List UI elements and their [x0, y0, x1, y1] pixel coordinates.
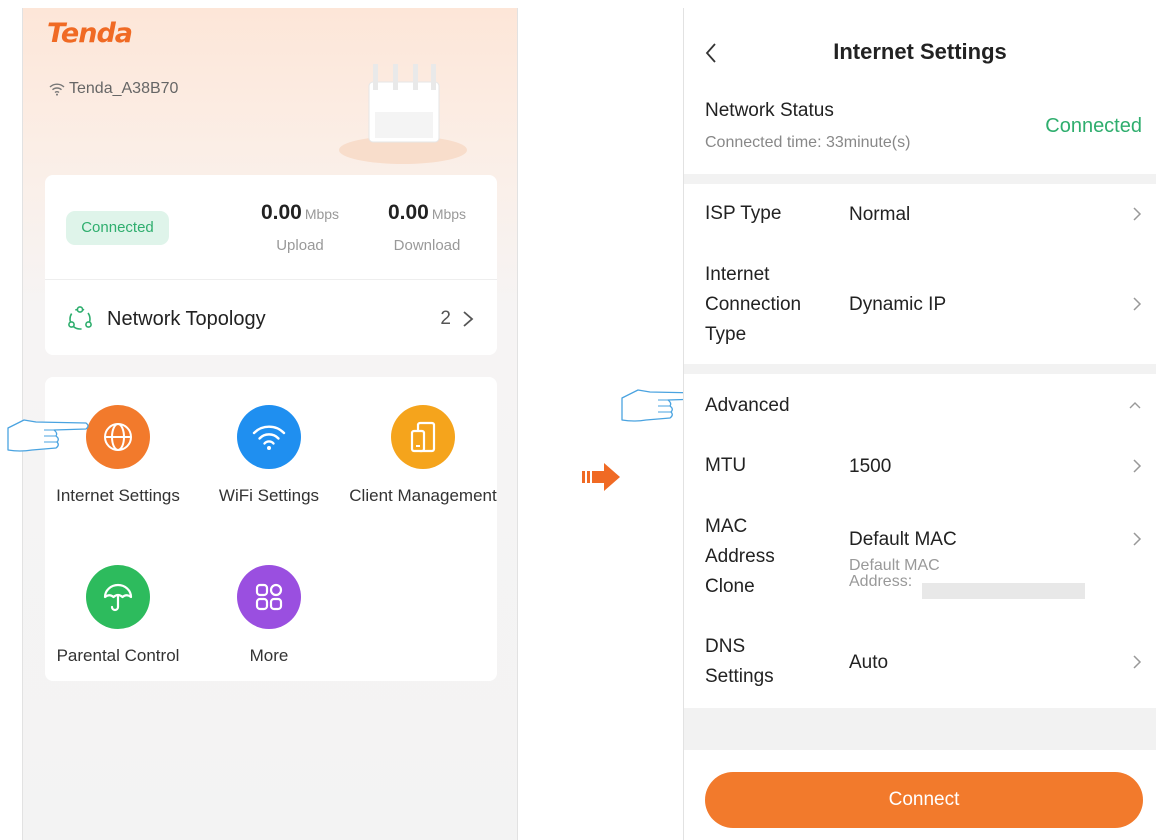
dns-value: Auto	[849, 652, 889, 673]
advanced-section: Advanced MTU 1500 MAC Address Clone Defa…	[684, 374, 1156, 708]
upload-value: 0.00	[260, 201, 302, 224]
app-parental-control[interactable]: Parental Control	[43, 565, 193, 669]
connected-time: Connected time: 33minute(s)	[705, 134, 911, 151]
arrow-right-icon	[582, 463, 620, 491]
dns-label: DNS Settings	[705, 632, 774, 692]
app-label: More	[249, 646, 289, 665]
network-status-label: Network Status	[705, 100, 834, 121]
ssid-indicator: Tenda_A38B70	[49, 80, 178, 98]
advanced-label: Advanced	[705, 395, 790, 416]
label-line: Type	[705, 324, 747, 345]
mtu-label: MTU	[705, 455, 747, 476]
mtu-value: 1500	[849, 456, 892, 477]
app-label: Parental Control	[56, 646, 180, 665]
label-line: Settings	[705, 666, 774, 687]
sub-line: Default MAC	[849, 557, 940, 574]
grid-icon	[237, 565, 301, 629]
ssid-name: Tenda_A38B70	[69, 80, 179, 97]
app-wifi-settings[interactable]: WiFi Settings	[194, 405, 344, 509]
connection-type-label: Internet Connection Type	[705, 260, 801, 350]
status-badge: Connected	[66, 211, 169, 245]
umbrella-icon	[86, 565, 150, 629]
mac-clone-value: Default MAC	[849, 529, 957, 550]
network-topology-row[interactable]: Network Topology 2	[67, 299, 475, 339]
app-label: WiFi Settings	[218, 486, 320, 505]
label-line: Address	[705, 546, 775, 567]
topology-label: Network Topology	[107, 307, 266, 330]
topology-count: 2	[440, 308, 451, 329]
app-label: Client Management	[349, 486, 497, 505]
status-card: Connected 0.00 Mbps Upload 0.00 Mbps Downl…	[45, 175, 497, 355]
app-more[interactable]: More	[194, 565, 344, 669]
label-line: Clone	[705, 576, 755, 597]
topology-icon	[68, 306, 92, 330]
download-unit: Mbps	[431, 206, 467, 222]
download-speed: 0.00 Mbps Download	[372, 201, 482, 254]
chevron-up-icon	[1129, 402, 1141, 409]
label-line: Internet	[705, 264, 770, 285]
chevron-right-icon	[1133, 655, 1142, 669]
download-label: Download	[393, 237, 461, 254]
footer-bar: Connect	[684, 750, 1156, 840]
network-status-value: Connected	[1045, 115, 1142, 137]
apps-card: Internet Settings WiFi Settings Client M…	[45, 377, 497, 681]
router-image	[339, 64, 467, 164]
connect-button[interactable]: Connect	[705, 772, 1143, 828]
label-line: DNS	[705, 636, 746, 657]
upload-unit: Mbps	[304, 206, 340, 222]
page-title: Internet Settings	[833, 39, 1007, 64]
isp-type-value: Normal	[849, 204, 911, 225]
chevron-right-icon	[1133, 297, 1142, 311]
wifi-small-icon	[49, 83, 65, 96]
connection-type-value: Dynamic IP	[849, 294, 947, 315]
wifi-icon	[237, 405, 301, 469]
pointing-hand-icon	[7, 419, 89, 452]
isp-type-label: ISP Type	[705, 203, 782, 224]
label-line: Connection	[705, 294, 802, 315]
isp-section: ISP Type Normal Internet Connection Type…	[684, 184, 1156, 364]
upload-speed: 0.00 Mbps Upload	[240, 201, 360, 254]
upload-label: Upload	[276, 237, 324, 254]
chevron-right-icon	[1133, 459, 1142, 473]
label-line: MAC	[705, 516, 748, 537]
home-screen: Tenda Tenda_A38B70 Connected 0.00 Mbps Up…	[22, 8, 518, 840]
chevron-right-icon	[1133, 532, 1142, 546]
download-value: 0.00	[387, 201, 429, 224]
app-label: Internet Settings	[56, 486, 180, 505]
tenda-logo: Tenda	[47, 18, 133, 49]
chevron-right-icon	[463, 311, 474, 327]
globe-icon	[86, 405, 150, 469]
app-client-management[interactable]: Client Management	[348, 405, 498, 509]
header-section: Internet Settings Network Status Connect…	[684, 8, 1156, 174]
device-icon	[391, 405, 455, 469]
chevron-right-icon	[1133, 207, 1142, 221]
card-divider	[45, 279, 497, 280]
mac-clone-label: MAC Address Clone	[705, 512, 775, 602]
redacted-mac	[922, 583, 1085, 599]
internet-settings-screen: Internet Settings Network Status Connect…	[683, 8, 1156, 840]
